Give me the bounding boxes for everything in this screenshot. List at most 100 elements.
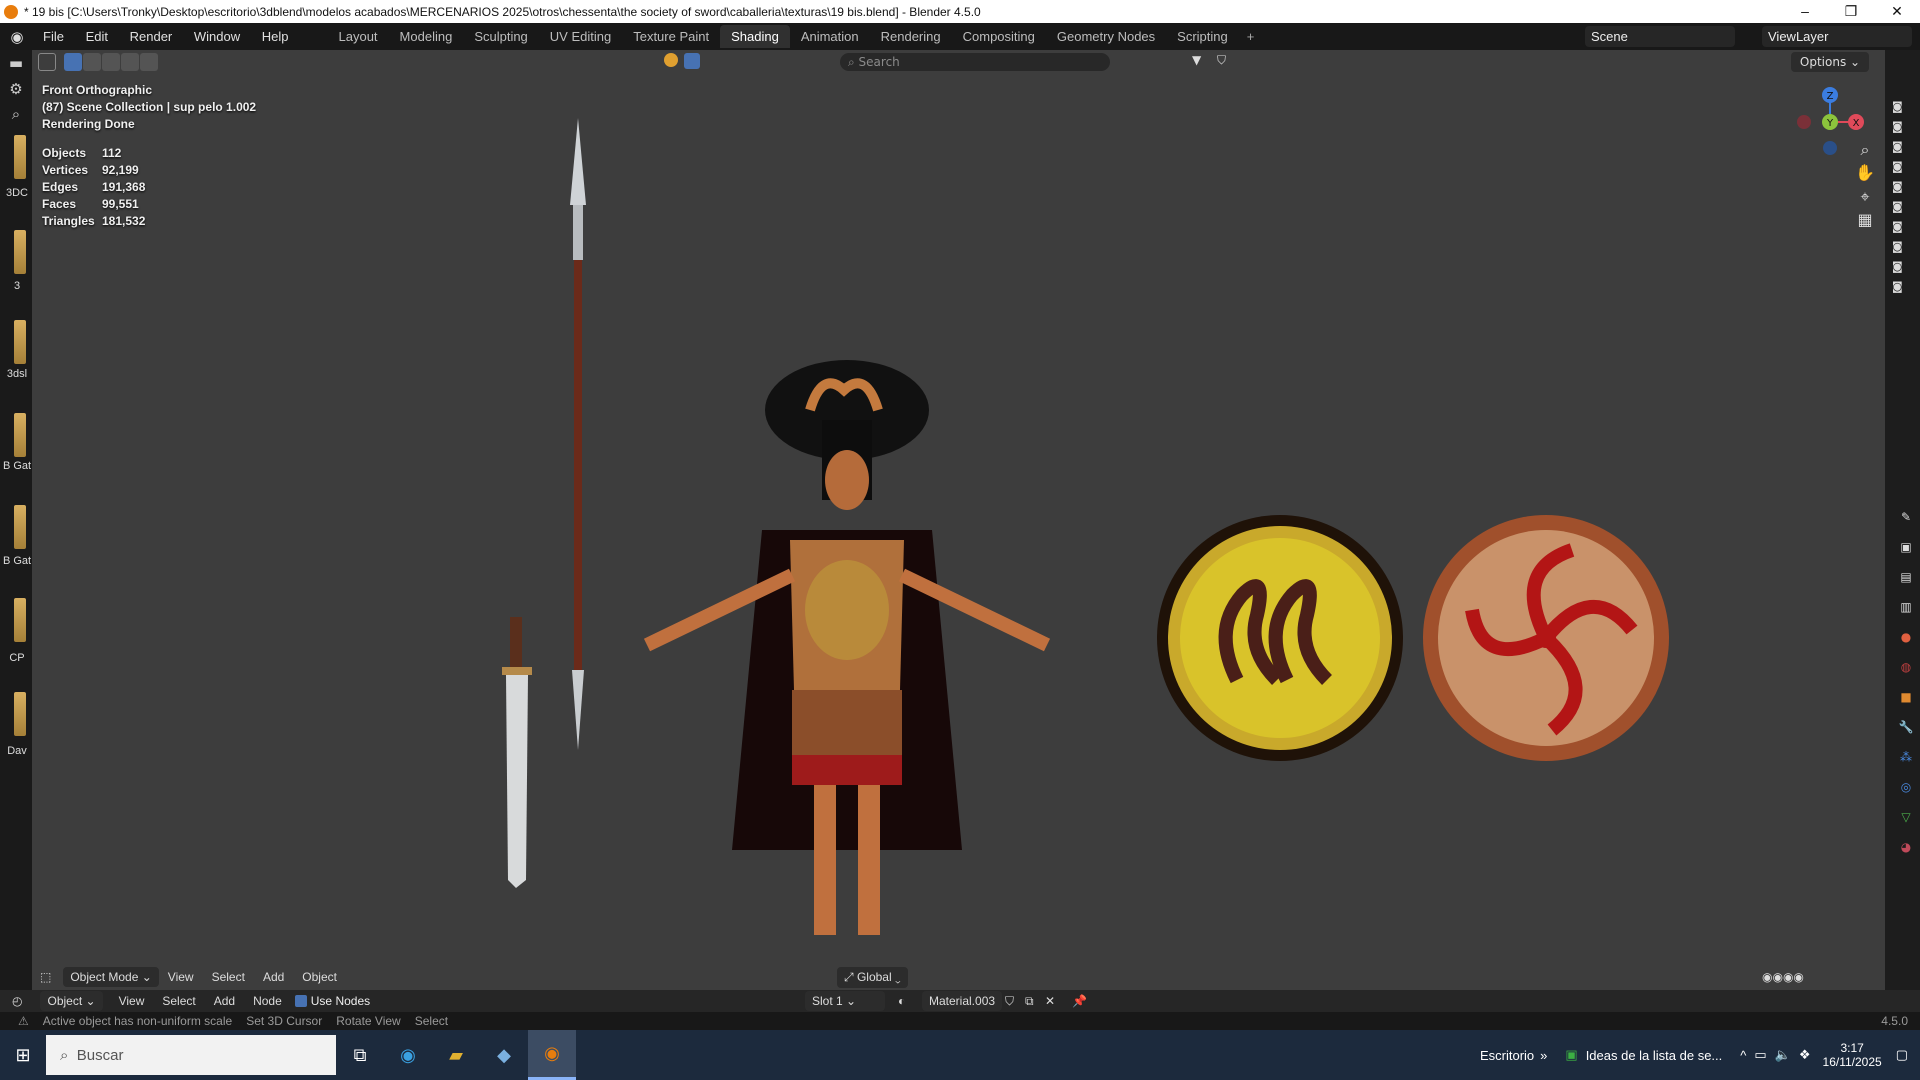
particles-properties-icon[interactable]: ⁂ [1898, 750, 1914, 766]
menu-render[interactable]: Render [130, 29, 173, 44]
use-nodes-checkbox[interactable]: Use Nodes [294, 994, 370, 1008]
tab-layout[interactable]: Layout [328, 25, 389, 48]
asset-thumbnail[interactable] [14, 505, 26, 549]
material-slot-dropdown[interactable]: Slot 1 ⌄ [805, 991, 885, 1011]
data-properties-icon[interactable]: ▽ [1898, 810, 1914, 826]
edge-browser-icon[interactable]: ◉ [384, 1030, 432, 1080]
shader-menu-view[interactable]: View [119, 994, 145, 1008]
camera-visibility-icon[interactable]: ◙ [1892, 220, 1906, 233]
3d-viewport[interactable]: ⌕ Search ▼ ⛉ Options ⌄ Front Orthographi… [32, 50, 1885, 990]
shader-menu-node[interactable]: Node [253, 994, 282, 1008]
notification-app-icon[interactable]: ▣ [1565, 1047, 1577, 1063]
pan-hand-icon[interactable]: ✋ [1852, 163, 1878, 189]
viewport-shading-solid-icon[interactable]: ◉◉◉◉ [1762, 970, 1804, 984]
task-view-icon[interactable]: ⧉ [336, 1030, 384, 1080]
shader-editor-type-icon[interactable]: ◴ [12, 994, 22, 1008]
asset-thumbnail[interactable] [14, 320, 26, 364]
object-mode-dropdown[interactable]: Object Mode ⌄ [63, 967, 159, 987]
blender-logo-icon[interactable]: ◉ [0, 28, 34, 46]
output-properties-icon[interactable]: ▤ [1898, 570, 1914, 586]
desktop-toolbar-label[interactable]: Escritorio [1480, 1048, 1534, 1063]
toolbar-expand-icon[interactable]: » [1540, 1048, 1547, 1063]
folder-icon[interactable]: ▬ [3, 54, 29, 78]
camera-visibility-icon[interactable]: ◙ [1892, 120, 1906, 133]
menu-view[interactable]: View [168, 970, 194, 984]
shader-menu-add[interactable]: Add [214, 994, 235, 1008]
sword-model[interactable] [502, 617, 532, 888]
settings-icon[interactable]: ⚙ [3, 80, 29, 104]
modifier-properties-icon[interactable]: 🔧 [1898, 720, 1914, 736]
camera-visibility-icon[interactable]: ◙ [1892, 100, 1906, 113]
physics-properties-icon[interactable]: ◎ [1898, 780, 1914, 796]
tab-geometry-nodes[interactable]: Geometry Nodes [1046, 25, 1166, 48]
serpent-shield-model[interactable] [1157, 515, 1403, 761]
view-layer-properties-icon[interactable]: ▥ [1898, 600, 1914, 616]
warrior-model[interactable] [643, 360, 1051, 935]
material-sphere-icon[interactable]: ◐ [898, 994, 905, 1008]
asset-thumbnail[interactable] [14, 230, 26, 274]
taskbar-app-icon[interactable]: ◆ [480, 1030, 528, 1080]
editor-type-icon[interactable]: ⬚ [40, 970, 51, 984]
asset-thumbnail[interactable] [14, 692, 26, 736]
add-workspace-button[interactable]: + [1239, 29, 1263, 44]
spear-model[interactable] [570, 118, 586, 750]
menu-add[interactable]: Add [263, 970, 284, 984]
tool-properties-icon[interactable]: ✎ [1898, 510, 1914, 526]
camera-visibility-icon[interactable]: ◙ [1892, 260, 1906, 273]
tab-sculpting[interactable]: Sculpting [463, 25, 538, 48]
menu-edit[interactable]: Edit [86, 29, 108, 44]
spiral-shield-model[interactable] [1423, 515, 1669, 761]
transform-orientation-dropdown[interactable]: ⤢ Global ⌄ [837, 966, 908, 988]
tab-uv-editing[interactable]: UV Editing [539, 25, 622, 48]
object-properties-icon[interactable]: ■ [1898, 690, 1914, 706]
menu-file[interactable]: File [43, 29, 64, 44]
scene-selector[interactable]: Scene [1585, 26, 1735, 47]
menu-window[interactable]: Window [194, 29, 240, 44]
file-explorer-icon[interactable]: ▰ [432, 1030, 480, 1080]
world-properties-icon[interactable]: ◍ [1898, 660, 1914, 676]
asset-thumbnail[interactable] [14, 135, 26, 179]
blender-taskbar-icon[interactable]: ◉ [528, 1030, 576, 1080]
tab-modeling[interactable]: Modeling [389, 25, 464, 48]
menu-help[interactable]: Help [262, 29, 289, 44]
scene-properties-icon[interactable]: ● [1898, 630, 1914, 646]
camera-visibility-icon[interactable]: ◙ [1892, 180, 1906, 193]
material-properties-icon[interactable]: ◕ [1898, 840, 1914, 856]
notifications-icon[interactable]: ▢ [1896, 1047, 1908, 1063]
asset-thumbnail[interactable] [14, 598, 26, 642]
camera-visibility-icon[interactable]: ◙ [1892, 200, 1906, 213]
volume-icon[interactable]: 🔈 [1775, 1047, 1791, 1063]
pin-icon[interactable]: 📌 [1072, 994, 1087, 1008]
maximize-button[interactable]: ❐ [1828, 3, 1874, 20]
tab-scripting[interactable]: Scripting [1166, 25, 1239, 48]
asset-thumbnail[interactable] [14, 413, 26, 457]
search-icon[interactable]: ⌕ [3, 105, 29, 129]
camera-visibility-icon[interactable]: ◙ [1892, 140, 1906, 153]
shader-object-dropdown[interactable]: Object ⌄ [40, 991, 103, 1011]
view-layer-selector[interactable]: ViewLayer [1762, 26, 1912, 47]
tray-chevron-icon[interactable]: ^ [1740, 1048, 1746, 1063]
camera-visibility-icon[interactable]: ◙ [1892, 240, 1906, 253]
fake-user-shield-icon[interactable]: ⛉ [1005, 994, 1014, 1009]
tab-shading[interactable]: Shading [720, 25, 790, 48]
menu-select[interactable]: Select [212, 970, 245, 984]
shader-menu-select[interactable]: Select [162, 994, 195, 1008]
render-properties-icon[interactable]: ▣ [1898, 540, 1914, 556]
tab-rendering[interactable]: Rendering [870, 25, 952, 48]
tab-texture-paint[interactable]: Texture Paint [622, 25, 720, 48]
material-name-field[interactable]: Material.003 [922, 991, 1003, 1011]
taskbar-search-input[interactable]: ⌕ Buscar [46, 1035, 336, 1075]
unlink-material-icon[interactable]: ✕ [1045, 994, 1055, 1008]
camera-visibility-icon[interactable]: ◙ [1892, 160, 1906, 173]
menu-object[interactable]: Object [302, 970, 337, 984]
perspective-grid-icon[interactable]: ▦ [1852, 210, 1878, 236]
tab-animation[interactable]: Animation [790, 25, 870, 48]
notification-text[interactable]: Ideas de la lista de se... [1586, 1048, 1723, 1063]
windows-start-icon[interactable]: ⊞ [0, 1030, 46, 1080]
minimize-button[interactable]: – [1782, 3, 1828, 20]
clock[interactable]: 3:17 16/11/2025 [1823, 1041, 1882, 1069]
network-icon[interactable]: ▭ [1754, 1047, 1766, 1063]
tab-compositing[interactable]: Compositing [952, 25, 1046, 48]
dropbox-icon[interactable]: ❖ [1799, 1047, 1811, 1063]
duplicate-material-icon[interactable]: ⧉ [1025, 994, 1034, 1009]
